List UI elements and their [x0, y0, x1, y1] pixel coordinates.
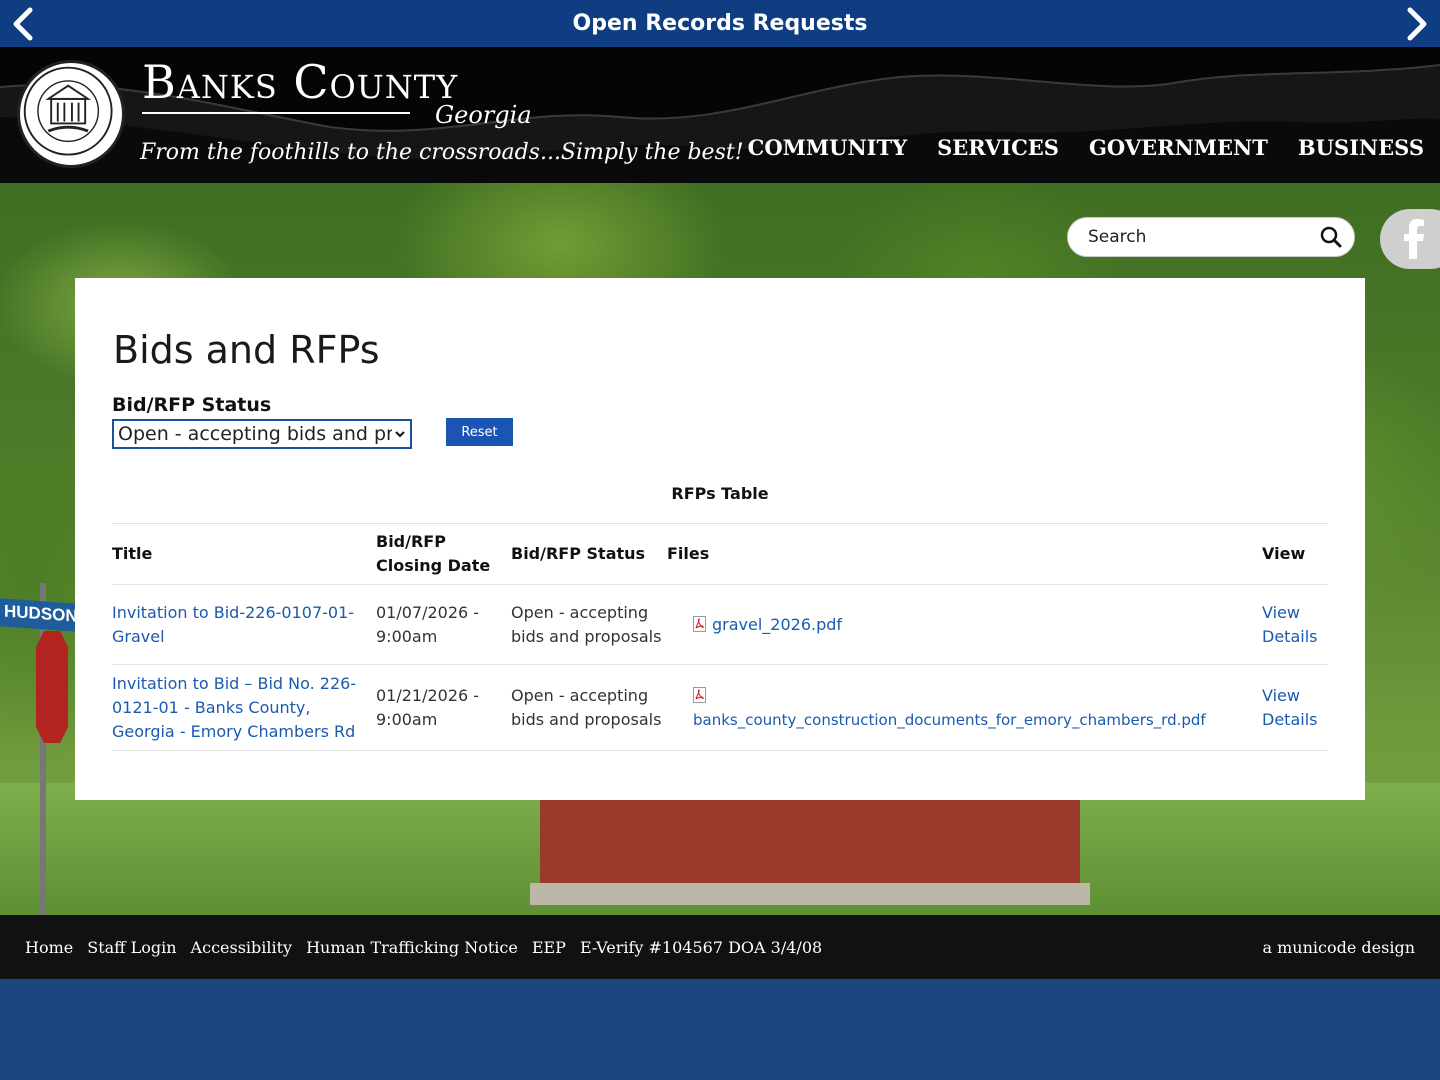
row-closing-date: 01/07/2026 - 9:00am: [376, 584, 511, 665]
row-view-cell: View Details: [1262, 584, 1328, 665]
nav-item-community[interactable]: COMMUNITY: [748, 135, 907, 160]
row-view-cell: View Details: [1262, 664, 1328, 751]
site-footer: Home Staff Login Accessibility Human Tra…: [0, 915, 1440, 979]
footer-link-human-trafficking[interactable]: Human Trafficking Notice: [306, 938, 518, 957]
nav-item-government[interactable]: GOVERNMENT: [1089, 135, 1268, 160]
table-row: Invitation to Bid – Bid No. 226-0121-01 …: [112, 664, 1328, 751]
footer-link-eep[interactable]: EEP: [532, 938, 566, 957]
view-details-link[interactable]: View Details: [1262, 686, 1317, 729]
facebook-button[interactable]: [1380, 209, 1440, 269]
pdf-file-icon: [693, 615, 706, 632]
brand-underline: [142, 112, 410, 114]
stop-sign-icon: [36, 631, 68, 743]
content-panel: Bids and RFPs Bid/RFP Status Open - acce…: [75, 278, 1365, 800]
footer-credit[interactable]: a municode design: [1263, 938, 1416, 957]
status-filter-select[interactable]: Open - accepting bids and proposals: [112, 419, 412, 449]
hero-sign-base: [530, 883, 1090, 905]
row-status: Open - accepting bids and proposals: [511, 664, 667, 751]
chevron-right-icon[interactable]: [1396, 4, 1436, 44]
row-file-link[interactable]: banks_county_construction_documents_for_…: [693, 711, 1206, 729]
chevron-down-icon: [395, 431, 405, 438]
chevron-left-icon[interactable]: [4, 4, 44, 44]
row-files-cell: banks_county_construction_documents_for_…: [667, 664, 1262, 751]
view-details-link[interactable]: View Details: [1262, 603, 1317, 646]
row-title-link[interactable]: Invitation to Bid-226-0107-01-Gravel: [112, 603, 354, 646]
row-status: Open - accepting bids and proposals: [511, 584, 667, 665]
search-input[interactable]: [1088, 227, 1320, 247]
column-header-files: Files: [667, 523, 1262, 585]
row-closing-date: 01/21/2026 - 9:00am: [376, 664, 511, 751]
street-sign: HUDSON RI: [0, 598, 78, 632]
footer-link-staff-login[interactable]: Staff Login: [87, 938, 176, 957]
footer-links: Home Staff Login Accessibility Human Tra…: [25, 938, 822, 957]
alert-title[interactable]: Open Records Requests: [573, 11, 868, 36]
footer-link-accessibility[interactable]: Accessibility: [191, 938, 293, 957]
brand-tagline: From the foothills to the crossroads...S…: [140, 140, 744, 165]
column-header-status[interactable]: Bid/RFP Status: [511, 523, 667, 585]
status-filter-label: Bid/RFP Status: [112, 394, 272, 416]
footer-link-home[interactable]: Home: [25, 938, 73, 957]
row-title-cell: Invitation to Bid-226-0107-01-Gravel: [112, 584, 376, 665]
row-files-cell: gravel_2026.pdf: [667, 584, 1262, 665]
search-box: [1067, 217, 1355, 257]
nav-item-services[interactable]: SERVICES: [937, 135, 1059, 160]
alert-bar: Open Records Requests: [0, 0, 1440, 47]
column-header-closing-date[interactable]: Bid/RFP Closing Date: [376, 523, 511, 585]
brand-state: Georgia: [435, 101, 532, 129]
page-title: Bids and RFPs: [113, 328, 380, 372]
table-header-row: Title Bid/RFP Closing Date Bid/RFP Statu…: [112, 523, 1328, 585]
status-filter-value: Open - accepting bids and proposals: [118, 423, 392, 445]
row-file-link[interactable]: gravel_2026.pdf: [712, 615, 842, 634]
facebook-icon: [1404, 219, 1424, 259]
reset-button[interactable]: Reset: [446, 418, 513, 446]
table-row: Invitation to Bid-226-0107-01-Gravel 01/…: [112, 584, 1328, 665]
search-icon[interactable]: [1320, 226, 1342, 248]
column-header-view: View: [1262, 523, 1328, 585]
county-seal-logo[interactable]: [17, 60, 125, 168]
row-title-cell: Invitation to Bid – Bid No. 226-0121-01 …: [112, 664, 376, 751]
footer-link-e-verify[interactable]: E-Verify #104567 DOA 3/4/08: [580, 938, 822, 957]
column-header-title[interactable]: Title: [112, 523, 376, 585]
site-header: Banks County Georgia From the foothills …: [0, 47, 1440, 183]
nav-item-business[interactable]: BUSINESS: [1298, 135, 1424, 160]
pdf-file-icon: [693, 686, 706, 703]
brand-name[interactable]: Banks County: [142, 55, 458, 109]
rfp-table: Title Bid/RFP Closing Date Bid/RFP Statu…: [112, 523, 1328, 751]
table-caption: RFPs Table: [671, 484, 769, 503]
main-nav: COMMUNITY SERVICES GOVERNMENT BUSINESS: [748, 135, 1424, 160]
row-title-link[interactable]: Invitation to Bid – Bid No. 226-0121-01 …: [112, 674, 356, 741]
